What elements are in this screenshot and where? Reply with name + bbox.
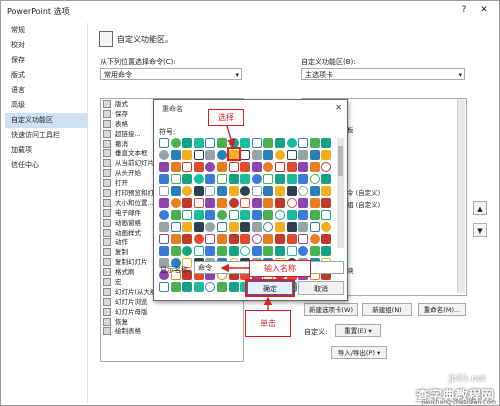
annotation-arrows (220, 125, 273, 310)
watermark-site: jb51.net (448, 374, 486, 384)
arrow-to-symbol (226, 125, 236, 148)
watermark-url: jiaocheng.chazidian.com (421, 399, 496, 406)
